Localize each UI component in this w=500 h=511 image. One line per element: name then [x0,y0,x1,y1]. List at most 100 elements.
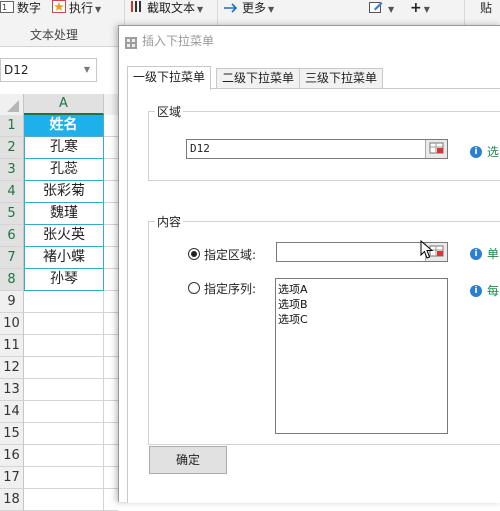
table-cell[interactable] [104,247,118,269]
table-cell[interactable] [104,115,118,137]
table-cell[interactable] [24,401,104,423]
table-cell[interactable] [104,181,118,203]
table-cell[interactable] [24,379,104,401]
sequence-textarea[interactable]: 选项A 选项B 选项C [275,278,448,434]
number-format-button[interactable]: 1 数字 [0,0,41,16]
column-header-a[interactable]: A [24,94,104,115]
tab-panel: 区域 D12 i 选 内容 指定区域: i 单 指定序列: 选项A 选项B 选项… [127,88,500,503]
row-header[interactable]: 18 [0,489,24,511]
execute-button[interactable]: 执行 ▼ [52,0,101,16]
table-cell[interactable] [104,159,118,181]
table-cell[interactable]: 孔寒 [24,137,104,159]
row-header[interactable]: 7 [0,247,24,269]
dialog-title-bar[interactable]: 插入下拉菜单 [125,32,214,50]
table-cell[interactable]: 孙琴 [24,269,104,291]
table-cell[interactable]: 魏瑾 [24,203,104,225]
tab-level-2[interactable]: 二级下拉菜单 [216,68,301,89]
insert-dropdown-dialog: 插入下拉菜单 一级下拉菜单 二级下拉菜单 三级下拉菜单 区域 D12 i 选 内… [118,25,500,503]
ok-button[interactable]: 确定 [149,446,227,474]
table-cell[interactable]: 张彩菊 [24,181,104,203]
table-cell[interactable] [104,489,118,511]
area-hint-text: 选 [487,145,500,159]
add-button[interactable]: + ▼ [410,0,430,16]
row-header[interactable]: 14 [0,401,24,423]
area-range-input[interactable]: D12 [186,139,448,159]
row-header[interactable]: 4 [0,181,24,203]
name-box[interactable]: D12 ▼ [0,58,97,82]
specify-sequence-radio[interactable] [188,282,200,294]
header-cell[interactable]: 姓名 [24,115,104,137]
chevron-down-icon: ▼ [423,5,430,14]
arrow-right-icon [223,1,239,17]
chevron-down-icon[interactable]: ▼ [84,65,90,74]
edit-icon [369,0,383,17]
number-icon: 1 [0,0,14,17]
specify-range-label[interactable]: 指定区域: [204,246,256,263]
app-icon [125,36,137,49]
chevron-down-icon: ▼ [197,5,204,14]
edit-tool-button[interactable]: ▼ [369,0,394,16]
specify-sequence-label[interactable]: 指定序列: [204,280,256,297]
table-cell[interactable] [104,401,118,423]
row-header[interactable]: 3 [0,159,24,181]
mouse-cursor-icon [420,240,434,259]
table-cell[interactable] [104,335,118,357]
table-cell[interactable] [24,313,104,335]
chevron-down-icon: ▼ [268,5,275,14]
table-cell[interactable] [24,335,104,357]
table-cell[interactable] [24,467,104,489]
extract-text-icon [130,0,144,17]
table-cell[interactable] [104,467,118,489]
table-cell[interactable] [104,225,118,247]
table-cell[interactable] [104,269,118,291]
table-cell[interactable]: 孔蕊 [24,159,104,181]
chevron-down-icon: ▼ [388,5,395,14]
column-header-b[interactable] [104,94,118,115]
table-cell[interactable] [104,291,118,313]
table-cell[interactable]: 张火英 [24,225,104,247]
table-cell[interactable]: 褚小蝶 [24,247,104,269]
table-cell[interactable] [24,291,104,313]
row-header[interactable]: 5 [0,203,24,225]
tab-level-1[interactable]: 一级下拉菜单 [127,66,212,90]
row-header[interactable]: 2 [0,137,24,159]
specify-range-hint-text: 单 [487,247,500,261]
table-cell[interactable] [24,423,104,445]
table-cell[interactable] [104,137,118,159]
table-cell[interactable] [24,445,104,467]
row-header[interactable]: 10 [0,313,24,335]
tab-level-3[interactable]: 三级下拉菜单 [299,68,384,89]
group-label-text-processing: 文本处理 [30,28,79,42]
specify-range-radio[interactable] [188,248,200,260]
row-header[interactable]: 6 [0,225,24,247]
table-cell[interactable] [104,203,118,225]
table-cell[interactable] [104,313,118,335]
table-cell[interactable] [104,357,118,379]
row-header[interactable]: 8 [0,269,24,291]
table-cell[interactable] [24,489,104,511]
row-header[interactable]: 1 [0,115,24,137]
paste-button[interactable]: 贴 [480,0,492,16]
row-header[interactable]: 17 [0,467,24,489]
row-header[interactable]: 16 [0,445,24,467]
row-header[interactable]: 15 [0,423,24,445]
name-box-value: D12 [4,63,29,77]
range-select-icon [429,142,444,154]
area-range-picker-button[interactable] [425,140,447,158]
table-cell[interactable] [104,445,118,467]
row-header[interactable]: 11 [0,335,24,357]
svg-text:1: 1 [2,3,7,12]
info-icon: i [470,285,482,297]
select-all-corner[interactable] [0,94,24,115]
more-button[interactable]: 更多 ▼ [223,0,274,16]
info-icon: i [470,146,482,158]
row-header[interactable]: 9 [0,291,24,313]
sequence-hint-text: 每 [487,284,500,298]
extract-text-button[interactable]: 截取文本 ▼ [130,0,203,16]
table-cell[interactable] [104,423,118,445]
row-header[interactable]: 12 [0,357,24,379]
row-header[interactable]: 13 [0,379,24,401]
paste-label: 贴 [480,1,493,15]
table-cell[interactable] [104,379,118,401]
table-cell[interactable] [24,357,104,379]
